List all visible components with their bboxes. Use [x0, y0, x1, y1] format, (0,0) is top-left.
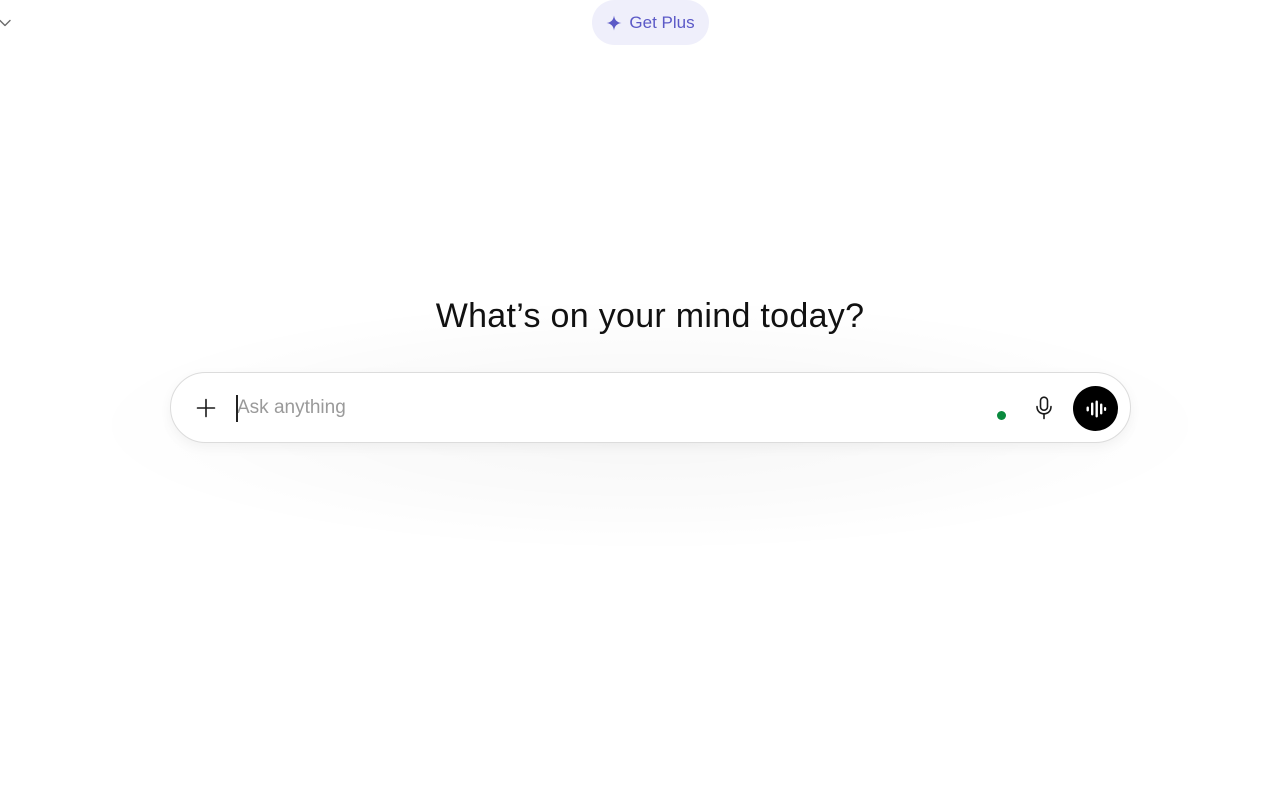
text-caret	[236, 395, 238, 422]
prompt-input[interactable]	[235, 394, 935, 422]
chat-home-page: Get Plus What’s on your mind today?	[0, 0, 1280, 793]
waveform-icon	[1086, 400, 1106, 417]
get-plus-label: Get Plus	[629, 12, 695, 32]
get-plus-button[interactable]: Get Plus	[592, 0, 709, 45]
dictate-button[interactable]	[1027, 391, 1061, 425]
prompt-composer	[170, 372, 1131, 443]
sparkle-icon	[606, 15, 622, 31]
status-dot	[997, 411, 1006, 420]
microphone-icon	[1036, 396, 1052, 420]
page-headline: What’s on your mind today?	[435, 296, 865, 335]
model-selector-chevron[interactable]	[0, 14, 14, 32]
plus-icon	[196, 398, 216, 418]
attach-button[interactable]	[189, 391, 223, 425]
chevron-down-icon	[0, 19, 11, 27]
voice-mode-button[interactable]	[1073, 386, 1118, 431]
